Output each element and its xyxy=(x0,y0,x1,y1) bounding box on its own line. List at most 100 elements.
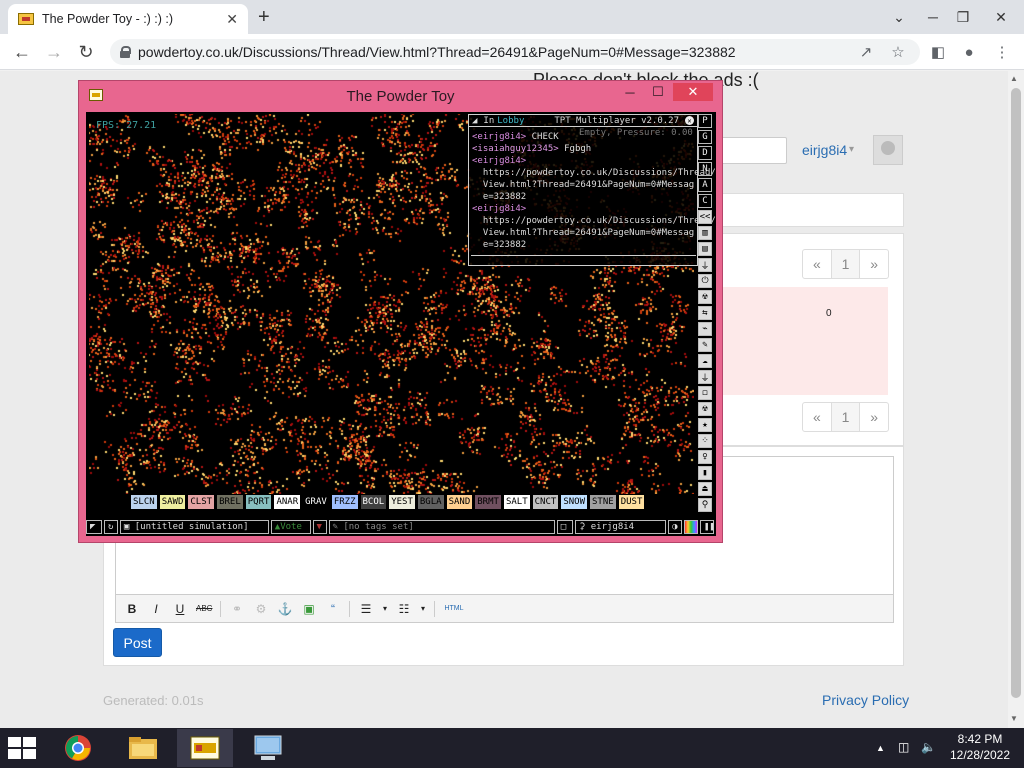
vote-up-button[interactable]: ▲ Vote xyxy=(270,520,311,534)
tpt-sidebar-button[interactable]: ♀ xyxy=(698,450,712,464)
bullet-list-icon[interactable]: ☰ xyxy=(358,602,374,616)
element-brmt-button[interactable]: BRMT xyxy=(475,495,501,509)
privacy-policy-link[interactable]: Privacy Policy xyxy=(822,692,909,708)
element-bgla-button[interactable]: BGLA xyxy=(417,495,444,509)
new-tab-button[interactable]: + xyxy=(258,6,270,29)
tpt-sidebar-button[interactable]: N xyxy=(698,162,712,176)
new-sim-icon[interactable]: □ xyxy=(556,520,573,534)
element-slcn-button[interactable]: SLCN xyxy=(131,495,157,509)
tpt-close-button[interactable]: ✕ xyxy=(673,83,713,101)
pager-next-button[interactable]: » xyxy=(860,403,888,431)
forward-arrow-icon[interactable]: → xyxy=(42,40,66,64)
back-arrow-icon[interactable]: ← xyxy=(10,40,34,64)
volume-icon[interactable]: 🔈 xyxy=(921,740,936,754)
tpt-sidebar-button[interactable]: ▤ xyxy=(698,242,712,256)
tpt-sidebar-button[interactable]: ✎ xyxy=(698,338,712,352)
element-sawd-button[interactable]: SAWD xyxy=(159,495,186,509)
login-button[interactable]: ⚳ eirjg8i4 xyxy=(574,520,667,534)
tpt-sidebar-button[interactable]: G xyxy=(698,130,712,144)
element-salt-button[interactable]: SALT xyxy=(503,495,530,509)
tpt-sidebar-button[interactable]: ⇆ xyxy=(698,306,712,320)
tpt-sidebar-button[interactable]: ⚲ xyxy=(698,498,712,512)
chat-resize-icon[interactable]: ◢ xyxy=(472,116,477,126)
file-explorer-taskbar-icon[interactable] xyxy=(115,729,171,767)
tpt-sidebar-button[interactable]: ⌁ xyxy=(698,322,712,336)
pause-icon[interactable]: ❚❚ xyxy=(699,520,715,534)
tab-close-icon[interactable]: ✕ xyxy=(226,11,238,28)
element-clst-button[interactable]: CLST xyxy=(188,495,215,509)
tpt-sidebar-button[interactable]: ⏚ xyxy=(698,370,712,384)
tpt-maximize-button[interactable]: ☐ xyxy=(643,83,673,101)
scrollbar-thumb[interactable] xyxy=(1011,88,1021,698)
minimize-button[interactable]: ─ xyxy=(916,2,950,32)
powder-toy-taskbar-icon[interactable] xyxy=(177,729,233,767)
element-grav-button[interactable]: GRAV xyxy=(303,495,329,509)
tpt-sidebar-button[interactable]: ⏏ xyxy=(698,482,712,496)
search-input[interactable] xyxy=(720,137,787,164)
tpt-sidebar-button[interactable]: ◻ xyxy=(698,386,712,400)
reload-icon[interactable]: ↻ xyxy=(74,40,98,64)
url-text[interactable]: powdertoy.co.uk/Discussions/Thread/View.… xyxy=(138,44,736,60)
settings-icon[interactable]: ◑ xyxy=(668,520,683,534)
element-anar-button[interactable]: ANAR xyxy=(274,495,301,509)
scroll-up-icon[interactable]: ▲ xyxy=(1010,74,1018,83)
tpt-minimize-button[interactable]: ─ xyxy=(615,83,645,101)
bookmark-star-icon[interactable]: ☆ xyxy=(886,40,910,64)
tpt-sidebar-button[interactable]: ☢ xyxy=(698,402,712,416)
chrome-taskbar-icon[interactable] xyxy=(50,729,106,767)
avatar[interactable] xyxy=(873,135,903,165)
element-pqrt-button[interactable]: PQRT xyxy=(245,495,272,509)
tab-search-icon[interactable]: ⌄ xyxy=(882,2,916,32)
element-frzz-button[interactable]: FRZZ xyxy=(331,495,358,509)
unlink-icon[interactable]: ⚙ xyxy=(253,602,269,616)
tpt-sidebar-button[interactable]: ⏻ xyxy=(698,274,712,288)
element-brel-button[interactable]: BREL xyxy=(217,495,243,509)
scroll-down-icon[interactable]: ▼ xyxy=(1010,714,1018,723)
render-options-icon[interactable] xyxy=(684,520,698,534)
element-bcol-button[interactable]: BCOL xyxy=(360,495,387,509)
side-panel-icon[interactable]: ◧ xyxy=(926,40,950,64)
strikethrough-button[interactable]: ABC xyxy=(196,604,212,613)
tpt-sidebar-button[interactable]: ▥ xyxy=(698,226,712,240)
element-snow-button[interactable]: SNOW xyxy=(561,495,587,509)
chevron-down-icon[interactable]: ▾ xyxy=(382,604,388,613)
chevron-down-icon[interactable]: ▾ xyxy=(420,604,426,613)
share-icon[interactable]: ↗ xyxy=(854,40,878,64)
tray-overflow-icon[interactable]: ▲ xyxy=(876,743,885,753)
tpt-sidebar-button[interactable]: ⁘ xyxy=(698,434,712,448)
tags-field[interactable]: ✎ [no tags set] xyxy=(328,520,555,534)
tpt-sidebar-button[interactable]: C xyxy=(698,194,712,208)
tpt-sidebar-button[interactable]: ⏚ xyxy=(698,258,712,272)
reload-sim-icon[interactable]: ↻ xyxy=(103,520,118,534)
html-source-button[interactable]: HTML xyxy=(443,605,465,612)
chat-close-icon[interactable]: ✕ xyxy=(685,116,694,125)
quote-icon[interactable]: “ xyxy=(325,602,341,616)
numbered-list-icon[interactable]: ☷ xyxy=(396,602,412,616)
pager-prev-button[interactable]: « xyxy=(803,403,832,431)
tpt-sidebar-button[interactable]: ★ xyxy=(698,418,712,432)
chat-input[interactable] xyxy=(471,255,696,266)
clock[interactable]: 8:42 PM 12/28/2022 xyxy=(944,731,1016,763)
element-stne-button[interactable]: STNE xyxy=(590,495,616,509)
maximize-button[interactable]: ❐ xyxy=(946,2,980,32)
save-name-field[interactable]: ▣ [untitled simulation] xyxy=(119,520,269,534)
element-yest-button[interactable]: YEST xyxy=(389,495,415,509)
pager-next-button[interactable]: » xyxy=(860,250,888,278)
username-link[interactable]: eirjg8i4 xyxy=(802,142,847,158)
underline-button[interactable]: U xyxy=(172,602,188,616)
remote-desktop-taskbar-icon[interactable] xyxy=(240,729,296,767)
vote-down-button[interactable]: ▼ xyxy=(312,520,327,534)
tpt-sidebar-button[interactable]: << xyxy=(698,210,712,224)
pager-page-1[interactable]: 1 xyxy=(831,250,861,278)
element-dust-button[interactable]: DUST xyxy=(618,495,645,509)
link-icon[interactable]: ⚭ xyxy=(229,602,245,616)
menu-kebab-icon[interactable]: ⋮ xyxy=(990,40,1014,64)
network-icon[interactable]: ◫ xyxy=(898,740,909,754)
tpt-sidebar-button[interactable]: A xyxy=(698,178,712,192)
windows-start-icon[interactable] xyxy=(8,737,36,759)
address-bar[interactable]: powdertoy.co.uk/Discussions/Thread/View.… xyxy=(110,39,920,65)
anchor-icon[interactable]: ⚓ xyxy=(277,602,293,616)
post-button[interactable]: Post xyxy=(113,628,162,657)
tpt-sidebar-button[interactable]: ☢ xyxy=(698,290,712,304)
tpt-sidebar-button[interactable]: ☁ xyxy=(698,354,712,368)
